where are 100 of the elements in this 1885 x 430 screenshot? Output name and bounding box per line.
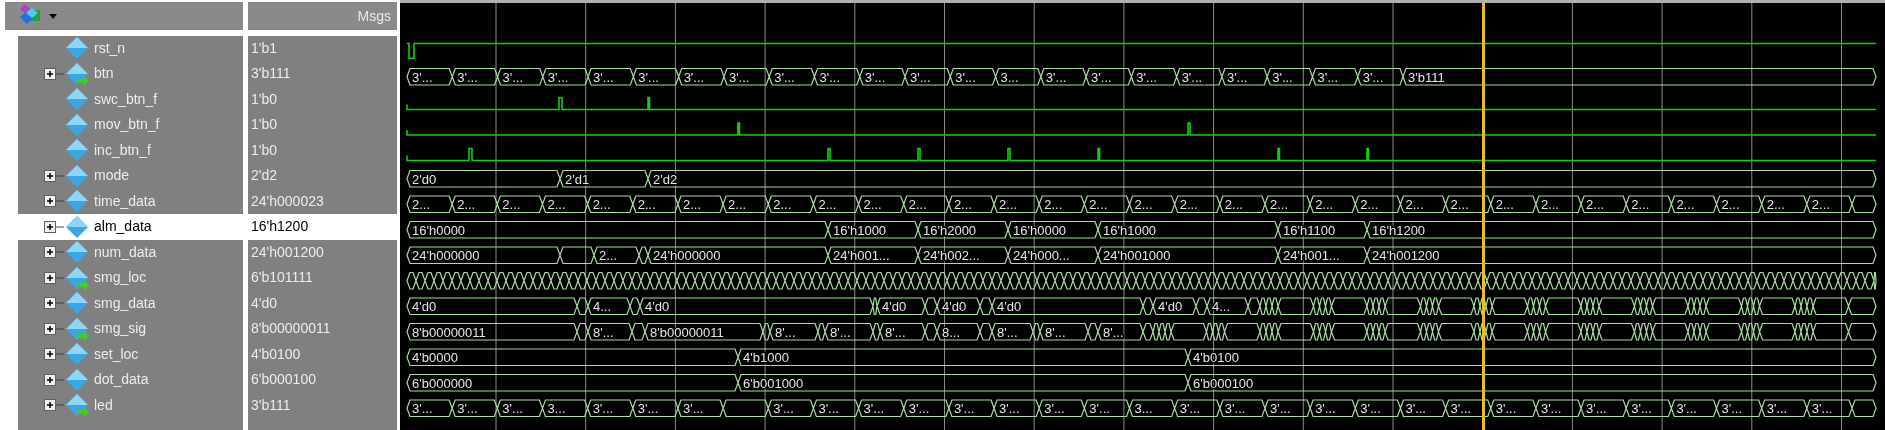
bus-value: 3... <box>1000 69 1019 85</box>
bus-value: 4'd0 <box>882 299 907 315</box>
expand-icon[interactable] <box>44 246 64 259</box>
bus-value: 2... <box>1495 197 1514 213</box>
bus-value: 3'... <box>1224 401 1246 417</box>
bus-value: 2... <box>682 197 701 213</box>
bus-value: 3'... <box>773 401 794 417</box>
bus-value: 4... <box>593 299 612 315</box>
bus-value: 8'... <box>1103 324 1124 340</box>
bus-value: 3'... <box>1272 69 1293 85</box>
signal-name: num_data <box>94 242 157 262</box>
bus-value: 2... <box>1134 197 1153 213</box>
bus-value: 3'... <box>1045 69 1067 85</box>
bus-value: 3'... <box>955 69 976 85</box>
bus-value: 3'... <box>1766 401 1788 417</box>
signal-name: mov_btn_f <box>94 115 160 135</box>
signal-name: smg_data <box>94 293 156 313</box>
bus-value: 16'h1200 <box>1372 222 1426 238</box>
bus-value: 24'h000000 <box>412 248 480 264</box>
bus-value: 3'... <box>683 69 705 85</box>
bus-value: 24'h001... <box>1283 248 1340 264</box>
bus-value: 4... <box>1212 299 1231 315</box>
bus-value: 16'h1000 <box>833 222 887 238</box>
bus-value: 3'... <box>1811 401 1833 417</box>
signal-row[interactable]: alm_data <box>18 214 243 240</box>
bus-value: 2... <box>1405 197 1424 213</box>
expand-icon[interactable] <box>44 220 64 233</box>
bus-value: 24'h001... <box>833 248 890 264</box>
bus-value: 2... <box>599 248 618 264</box>
bus-value: 3'... <box>502 401 523 417</box>
bus-value: 6'b001000 <box>743 375 804 391</box>
expand-icon[interactable] <box>44 169 64 182</box>
bus-value: 3'... <box>1721 401 1743 417</box>
bus-value: 3'... <box>1360 401 1381 417</box>
value-cell: 16'h1200 <box>248 214 397 240</box>
signal-name: smg_sig <box>94 319 147 339</box>
bus-value: 2... <box>1631 197 1650 213</box>
bus-value: 16'h0000 <box>412 222 466 238</box>
bus-value: 8'b00000011 <box>650 324 724 340</box>
expand-icon[interactable] <box>44 195 64 208</box>
column-header: Msgs <box>357 6 391 26</box>
signal-name: mode <box>94 166 130 186</box>
bus-value: 2'd1 <box>565 171 590 187</box>
bus-value: 3'... <box>1269 401 1291 417</box>
bus-value: 2... <box>1360 197 1379 213</box>
bus-value: 16'h1000 <box>1103 222 1157 238</box>
bus-value: 3'... <box>953 401 975 417</box>
bus-value: 3'... <box>638 69 659 85</box>
signal-name: dot_data <box>94 370 149 390</box>
bus-value: 8'... <box>775 324 796 340</box>
bus-value: 3'... <box>412 69 433 85</box>
bus-value: 2... <box>1269 197 1289 213</box>
expand-icon[interactable] <box>44 271 64 284</box>
expand-icon[interactable] <box>44 297 64 310</box>
bus-value: 4'd0 <box>997 299 1022 315</box>
bus-value: 3'... <box>1495 401 1517 417</box>
bus-value: 3'... <box>1315 401 1336 417</box>
bus-value: 3'... <box>818 401 839 417</box>
bus-value: 24'h000000 <box>653 248 721 264</box>
bus-value: 2'd0 <box>412 171 437 187</box>
bus-value: 3'... <box>999 401 1020 417</box>
bus-value: 2... <box>1044 197 1063 213</box>
bus-value: 2... <box>1540 197 1559 213</box>
bus-value: 2... <box>1811 197 1830 213</box>
bus-value: 2... <box>1089 197 1108 213</box>
bus-value: 6'b000000 <box>412 375 473 391</box>
expand-icon[interactable] <box>44 322 64 335</box>
caret-icon <box>49 13 57 19</box>
bus-value: 4'd0 <box>1158 299 1183 315</box>
bus-value: 2... <box>728 197 747 213</box>
expand-icon[interactable] <box>44 399 64 412</box>
bus-value: 24'h001200 <box>1372 248 1440 264</box>
bus-value: 6'b000100 <box>1193 375 1254 391</box>
expand-icon[interactable] <box>44 373 64 386</box>
bus-value: 2... <box>1315 197 1334 213</box>
bus-value: 3'... <box>412 401 433 417</box>
bus-value: 2... <box>457 197 476 213</box>
signal-name: rst_n <box>94 38 126 58</box>
expand-icon[interactable] <box>44 348 64 361</box>
bus-value: 2... <box>1721 197 1740 213</box>
bus-value: 3'... <box>457 69 478 85</box>
bus-value: 2... <box>502 197 521 213</box>
expand-icon[interactable] <box>44 67 64 80</box>
bus-value: 3'... <box>1631 401 1652 417</box>
bus-value: 2... <box>953 197 972 213</box>
bus-value: 2... <box>1676 197 1695 213</box>
bus-value: 2... <box>1179 197 1198 213</box>
bus-value: 3'... <box>1179 401 1201 417</box>
bus-value: 3'... <box>1317 69 1338 85</box>
bus-value: 4'b0000 <box>412 350 458 366</box>
bus-value: 8'... <box>885 324 906 340</box>
bus-value: 2... <box>908 197 927 213</box>
bus-value: 24'h000... <box>1013 248 1070 264</box>
signal-name: led <box>94 395 113 415</box>
bus-value: 24'h001000 <box>1103 248 1171 264</box>
signal-name: swc_btn_f <box>94 89 158 109</box>
bus-value: 3'... <box>863 401 885 417</box>
bus-value: 3'... <box>1226 69 1248 85</box>
signal-name: inc_btn_f <box>94 140 151 160</box>
bus-value: 2... <box>637 197 656 213</box>
